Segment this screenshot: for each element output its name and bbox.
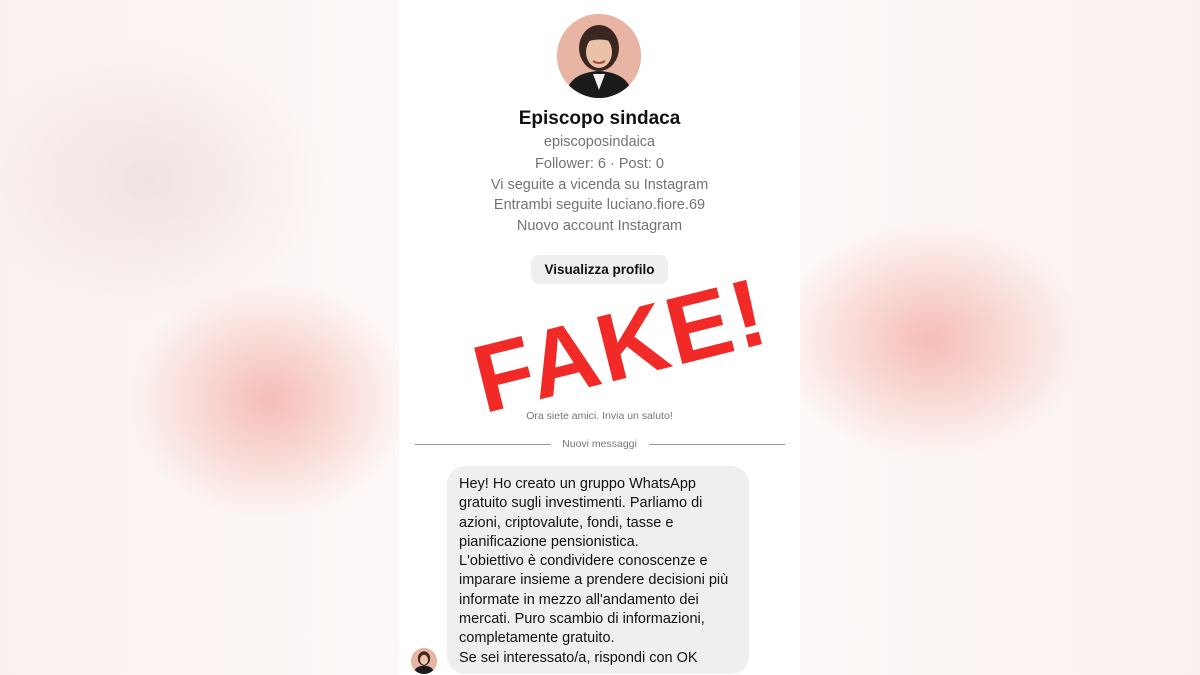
new-account-note: Nuovo account Instagram xyxy=(516,218,683,234)
profile-username: episcoposindaica xyxy=(543,134,656,150)
message-paragraph: L'obiettivo è condividere conoscenze e i… xyxy=(459,553,729,647)
new-messages-label: Nuovi messaggi xyxy=(562,438,637,450)
profile-avatar[interactable] xyxy=(557,14,641,98)
profile-name: Episcopo sindaca xyxy=(518,108,681,129)
mutual-follow-note: Vi seguite a vicenda su Instagram xyxy=(490,177,709,193)
message-bubble[interactable]: Hey! Ho creato un gruppo WhatsApp gratui… xyxy=(447,466,749,674)
sender-avatar[interactable] xyxy=(411,648,437,674)
message-paragraph: Hey! Ho creato un gruppo WhatsApp gratui… xyxy=(459,476,703,550)
profile-photo-small-icon xyxy=(411,648,437,674)
mutual-accounts-note: Entrambi seguite luciano.fiore.69 xyxy=(493,197,706,213)
message-paragraph: Se sei interessato/a, rispondi con OK xyxy=(459,649,698,666)
profile-photo-icon xyxy=(557,14,641,98)
profile-stats: Follower: 6 · Post: 0 xyxy=(535,156,664,172)
